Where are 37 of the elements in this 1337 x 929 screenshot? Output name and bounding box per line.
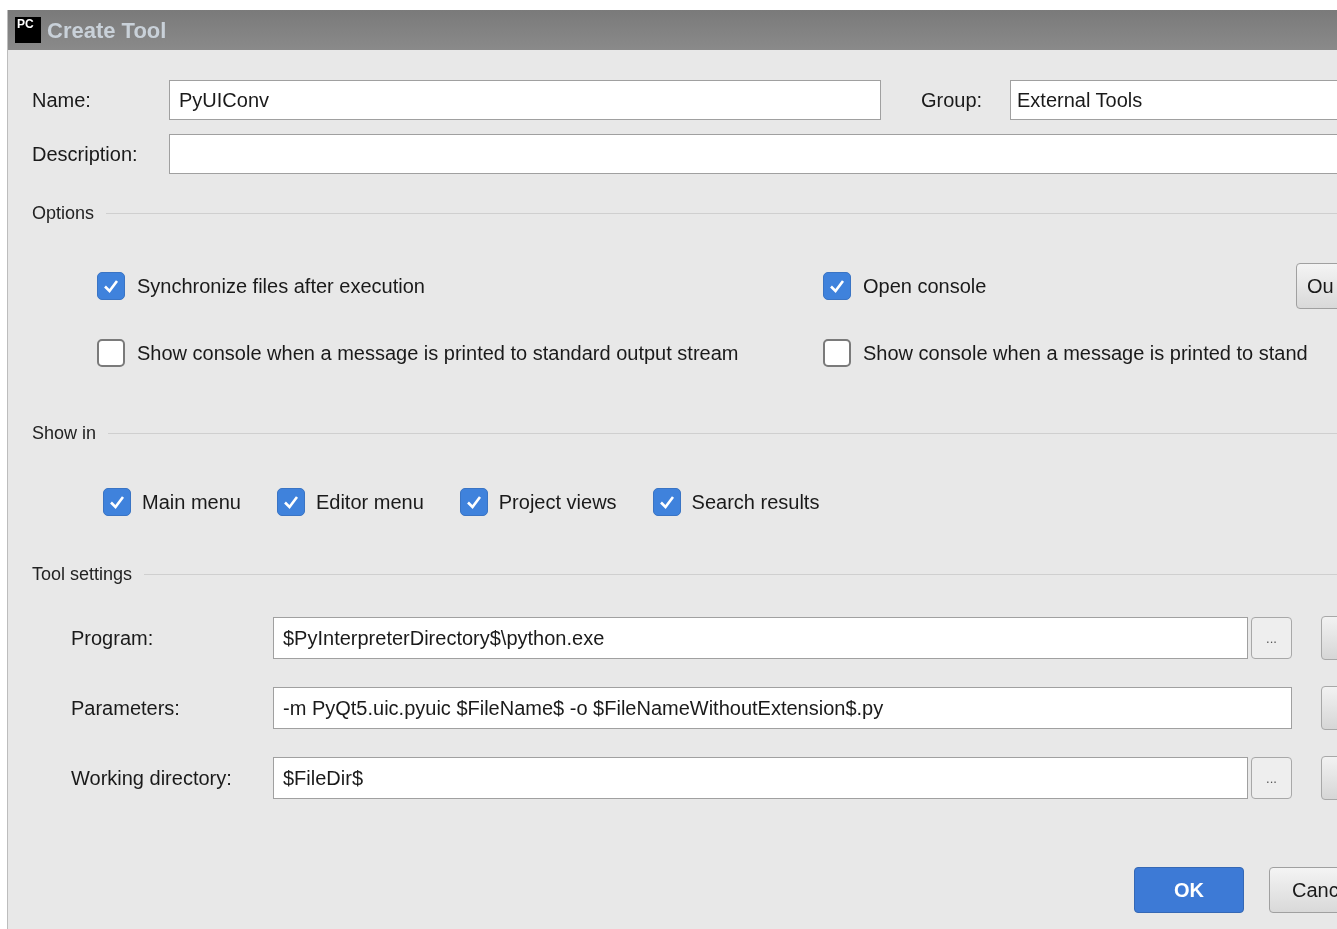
section-title: Show in: [32, 422, 97, 445]
section-title: Options: [32, 202, 95, 225]
window-title: Create Tool: [47, 16, 167, 45]
checkbox[interactable]: [459, 488, 488, 516]
description-field[interactable]: [169, 134, 1337, 174]
checkbox-label: Search results: [691, 490, 820, 515]
checkbox[interactable]: [103, 488, 131, 516]
checkbox-label: Show console when a message is printed to stand: [863, 341, 1308, 366]
text-field[interactable]: $FileDir$: [273, 757, 1248, 799]
section-title: Tool settings: [32, 563, 133, 586]
checkbox-label: Open console: [863, 274, 987, 299]
name-field[interactable]: PyUIConv: [169, 80, 881, 120]
browse-button[interactable]: ...: [1251, 617, 1292, 659]
checkbox-label: Main menu: [142, 490, 241, 515]
text-field[interactable]: -m PyQt5.uic.pyuic $FileName$ -o $FileNameWithoutExtension$.py: [273, 687, 1292, 729]
checkbox[interactable]: [823, 272, 851, 300]
checkbox-label: Show console when a message is printed to standard output stream: [137, 341, 739, 366]
field-label: Description:: [32, 142, 139, 167]
browse-button[interactable]: ...: [1251, 757, 1292, 799]
checkbox-label: Project views: [498, 490, 617, 515]
checkbox[interactable]: [652, 488, 681, 516]
checkbox[interactable]: [97, 272, 125, 300]
checkbox[interactable]: [276, 488, 305, 516]
ok-button[interactable]: OK: [1134, 867, 1244, 913]
checkbox[interactable]: [823, 339, 851, 367]
field-label: Name:: [32, 88, 92, 113]
checkbox[interactable]: [97, 339, 125, 367]
field-label: Working directory:: [71, 766, 233, 791]
field-label: Program:: [71, 626, 155, 651]
text-field[interactable]: $PyInterpreterDirectory$\python.exe: [273, 617, 1248, 659]
app-icon: PC: [15, 17, 41, 43]
options-button[interactable]: Ou: [1296, 263, 1337, 309]
group-field[interactable]: External Tools: [1010, 80, 1337, 120]
checkbox-label: Editor menu: [315, 490, 424, 515]
field-label: Group:: [921, 88, 984, 113]
field-label: Parameters:: [71, 696, 181, 721]
checkbox-label: Synchronize files after execution: [137, 274, 425, 299]
